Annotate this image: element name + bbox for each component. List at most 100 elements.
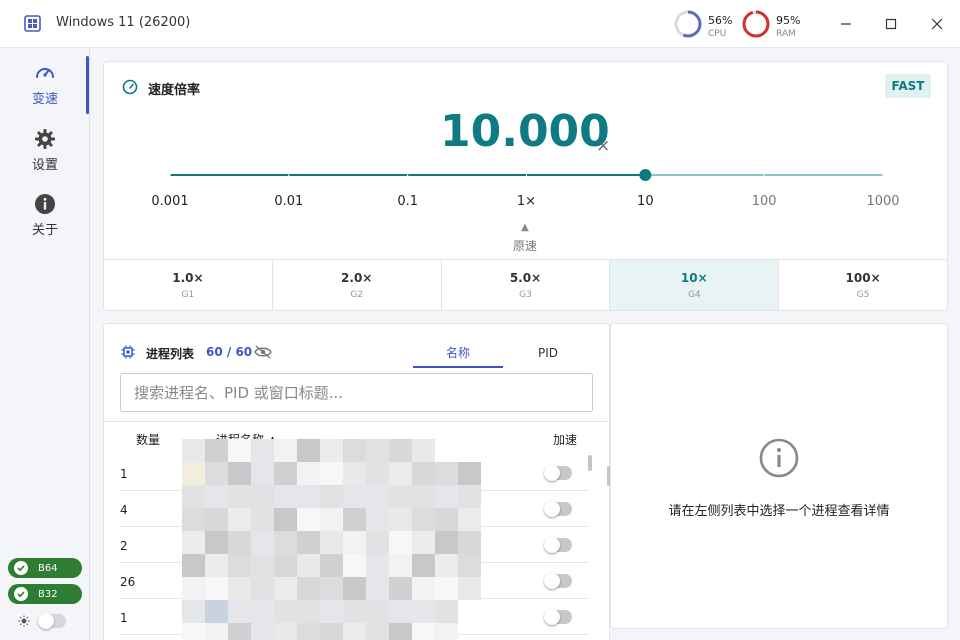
mosaic-cell — [366, 508, 389, 531]
accelerate-toggle[interactable] — [544, 501, 572, 517]
mosaic-cell — [274, 577, 297, 600]
mosaic-cell — [320, 485, 343, 508]
mosaic-cell — [251, 508, 274, 531]
preset-g4[interactable]: 10× G4 — [610, 260, 780, 310]
process-search-input[interactable] — [120, 373, 593, 412]
theme-toggle[interactable] — [38, 613, 66, 629]
mosaic-cell — [182, 485, 205, 508]
slider-tick-label[interactable]: 10 — [637, 194, 654, 209]
preset-g3[interactable]: 5.0× G3 — [442, 260, 611, 310]
row-count: 2 — [120, 539, 128, 553]
mosaic-cell — [274, 531, 297, 554]
close-icon — [931, 18, 943, 30]
mosaic-cell — [205, 623, 228, 640]
ram-value: 95% — [776, 14, 801, 27]
mosaic-cell — [343, 577, 366, 600]
mosaic-cell — [297, 531, 320, 554]
maximize-button[interactable] — [879, 12, 903, 36]
mosaic-cell — [389, 531, 412, 554]
mosaic-cell — [343, 531, 366, 554]
mosaic-cell — [205, 600, 228, 623]
slider-tick-label[interactable]: 1000 — [866, 194, 899, 209]
mosaic-cell — [366, 554, 389, 577]
preset-hotkey: G2 — [350, 290, 364, 300]
mosaic-cell — [320, 554, 343, 577]
preset-value: 1.0× — [172, 271, 204, 285]
mosaic-cell — [182, 439, 205, 462]
mosaic-cell — [320, 531, 343, 554]
preset-g2[interactable]: 2.0× G2 — [273, 260, 442, 310]
tab-sort-pid[interactable]: PID — [503, 338, 593, 368]
mosaic-cell — [320, 600, 343, 623]
nav-item-settings[interactable]: 设置 — [0, 124, 90, 178]
mosaic-cell — [320, 623, 343, 640]
mosaic-cell — [182, 554, 205, 577]
column-header-accelerate[interactable]: 加速 — [553, 431, 577, 448]
slider-tick-label[interactable]: 0.001 — [151, 194, 188, 209]
mosaic-cell — [412, 554, 435, 577]
mosaic-cell — [274, 554, 297, 577]
mosaic-cell — [343, 462, 366, 485]
mosaic-cell — [412, 531, 435, 554]
nav-label-settings: 设置 — [31, 158, 58, 173]
preset-hotkey: G5 — [856, 290, 870, 300]
slider-tick-label[interactable]: 100 — [752, 194, 777, 209]
preset-hotkey: G3 — [519, 290, 532, 300]
speed-slider[interactable] — [104, 162, 949, 192]
slider-tick-label[interactable]: 0.01 — [274, 194, 303, 209]
nav-label-speed: 变速 — [31, 92, 58, 107]
mosaic-cell — [297, 577, 320, 600]
mosaic-cell — [435, 554, 458, 577]
mosaic-cell — [412, 623, 435, 640]
slider-tick-label[interactable]: 1× — [517, 194, 536, 209]
process-list-title: 进程列表 — [146, 347, 195, 361]
accelerate-toggle[interactable] — [544, 609, 572, 625]
mosaic-cell — [182, 577, 205, 600]
speed-value: 10.000 — [440, 106, 610, 157]
preset-g5[interactable]: 100× G5 — [779, 260, 947, 310]
badge-label-b64: B64 — [38, 562, 58, 574]
slider-tick-label[interactable]: 0.1 — [397, 194, 418, 209]
status-badge-b32: B32 — [8, 584, 82, 604]
mosaic-cell — [366, 531, 389, 554]
mosaic-cell — [251, 600, 274, 623]
mosaic-cell — [274, 439, 297, 462]
preset-value: 2.0× — [341, 271, 373, 285]
mosaic-cell — [435, 531, 458, 554]
nav-item-about[interactable]: 关于 — [0, 189, 90, 243]
mosaic-cell — [274, 485, 297, 508]
eye-off-icon[interactable] — [254, 345, 272, 359]
accelerate-toggle[interactable] — [544, 537, 572, 553]
close-button[interactable] — [925, 12, 949, 36]
mosaic-cell — [343, 508, 366, 531]
mosaic-cell — [228, 462, 251, 485]
minimize-button[interactable] — [834, 12, 858, 36]
app-icon — [24, 15, 41, 32]
list-scrollbar[interactable] — [588, 455, 592, 471]
mosaic-cell — [205, 577, 228, 600]
nav-item-speed[interactable]: 变速 — [0, 58, 90, 112]
info-icon — [759, 438, 799, 478]
mosaic-cell — [297, 439, 320, 462]
preset-value: 5.0× — [509, 271, 542, 285]
mosaic-cell — [389, 577, 412, 600]
mosaic-cell — [412, 439, 435, 462]
mosaic-cell — [297, 462, 320, 485]
process-count: 60 / 60 — [206, 345, 253, 359]
mosaic-cell — [228, 623, 251, 640]
accelerate-toggle[interactable] — [544, 465, 572, 481]
mosaic-cell — [228, 600, 251, 623]
mosaic-cell — [412, 508, 435, 531]
mosaic-cell — [435, 600, 458, 623]
speed-card: 速度倍率 FAST 10.000 × 0.001 0.01 0.1 1× 10 100 10… — [103, 61, 948, 311]
preset-g1[interactable]: 1.0× G1 — [104, 260, 273, 310]
tab-sort-name[interactable]: 名称 — [413, 338, 503, 368]
mosaic-cell — [251, 485, 274, 508]
mosaic-cell — [205, 485, 228, 508]
mosaic-cell — [205, 531, 228, 554]
accelerate-toggle[interactable] — [544, 573, 572, 589]
mosaic-cell — [205, 439, 228, 462]
column-header-count[interactable]: 数量 — [136, 431, 160, 448]
ram-label: RAM — [776, 29, 796, 39]
speed-title: 速度倍率 — [148, 83, 201, 98]
